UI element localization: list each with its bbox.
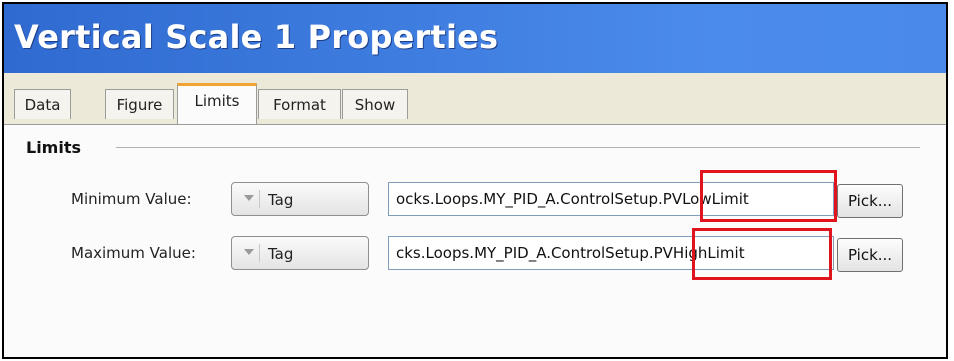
- maximum-tag-path-text: cks.Loops.MY_PID_A.ControlSetup.PVHighLi…: [396, 244, 745, 262]
- dropdown-separator: [259, 190, 260, 208]
- group-divider: [116, 147, 920, 148]
- dialog-title: Vertical Scale 1 Properties: [14, 18, 499, 56]
- minimum-source-value: Tag: [268, 191, 294, 209]
- maximum-source-dropdown[interactable]: Tag: [231, 236, 369, 270]
- properties-dialog: Vertical Scale 1 Properties Data Figure …: [2, 2, 948, 359]
- minimum-pick-button[interactable]: Pick...: [837, 184, 903, 218]
- dropdown-arrow-icon: [244, 195, 254, 201]
- dropdown-arrow-icon: [244, 249, 254, 255]
- minimum-source-dropdown[interactable]: Tag: [231, 182, 369, 216]
- minimum-tag-path-text: ocks.Loops.MY_PID_A.ControlSetup.PVLowLi…: [396, 190, 749, 208]
- tab-format[interactable]: Format: [258, 89, 341, 119]
- tab-data[interactable]: Data: [14, 89, 71, 119]
- maximum-pick-button[interactable]: Pick...: [837, 238, 903, 272]
- tab-divider: [4, 124, 946, 125]
- tab-figure[interactable]: Figure: [105, 89, 174, 119]
- minimum-tag-path-input[interactable]: ocks.Loops.MY_PID_A.ControlSetup.PVLowLi…: [388, 182, 834, 216]
- tab-limits[interactable]: Limits: [177, 83, 257, 124]
- maximum-tag-path-input[interactable]: cks.Loops.MY_PID_A.ControlSetup.PVHighLi…: [388, 236, 834, 270]
- tab-show[interactable]: Show: [342, 89, 408, 119]
- limits-group-label: Limits: [26, 138, 82, 157]
- minimum-value-label: Minimum Value:: [71, 190, 192, 208]
- maximum-source-value: Tag: [268, 245, 294, 263]
- tab-strip: Data Figure Limits Format Show: [4, 73, 946, 125]
- maximum-value-label: Maximum Value:: [71, 244, 196, 262]
- dropdown-separator: [259, 244, 260, 262]
- title-bar[interactable]: Vertical Scale 1 Properties: [4, 4, 946, 73]
